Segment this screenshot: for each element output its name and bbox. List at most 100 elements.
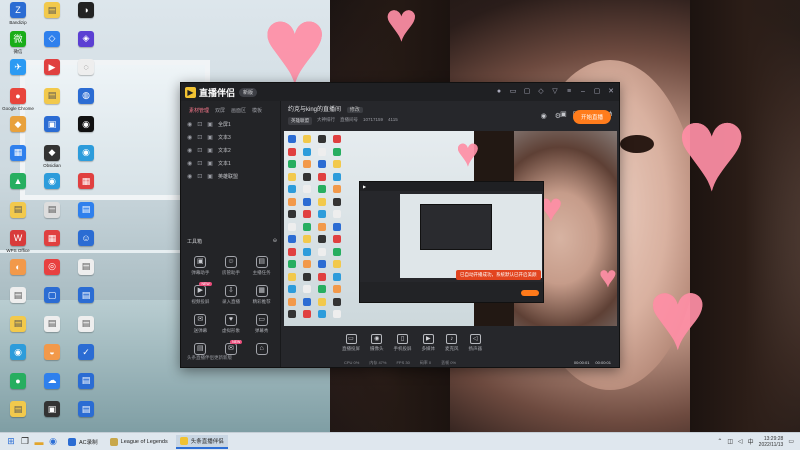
lock-icon[interactable]: ⊡ [197, 173, 202, 180]
desktop-icon[interactable]: ▤ [0, 315, 36, 334]
desktop-icon[interactable]: ● Google Chrome [0, 87, 36, 111]
toolbar-button[interactable]: ▭ 直播投屏 [342, 334, 360, 352]
stream-preview[interactable]: ▶ 已自动开播成功，系统默认已开启美颜 [284, 131, 617, 326]
lock-icon[interactable]: ⊡ [197, 147, 202, 154]
minimize-icon[interactable]: – [579, 88, 587, 96]
desktop-icon[interactable]: ▤ [68, 401, 104, 419]
toolbox-item[interactable]: ✉ 送弹幕 [185, 314, 216, 334]
desktop-icon[interactable]: ▤ [68, 258, 104, 277]
toolbar-button[interactable]: ▶ 多媒体 [422, 334, 435, 352]
collapse-icon[interactable]: ⊖ [273, 238, 277, 245]
desktop-icon[interactable]: ◎ [34, 258, 70, 277]
desktop-icon[interactable]: ▦ [0, 144, 36, 163]
lock-icon[interactable]: ⊡ [197, 160, 202, 167]
desktop-icon[interactable]: ◍ [68, 87, 104, 106]
clock[interactable]: 13:29:28 2022/11/13 [759, 436, 784, 448]
lock-icon[interactable]: ⊡ [197, 134, 202, 141]
scene-item[interactable]: ◉ ⊡ ▣ 英雄联盟 [181, 170, 280, 183]
notification-icon[interactable]: ▭ [788, 438, 794, 445]
desktop-icon[interactable]: ▤ [34, 2, 70, 20]
taskbar-app[interactable]: 头条直播伴侣 [175, 434, 228, 449]
desktop-icon[interactable]: ▦ [34, 230, 70, 248]
toolbox-item[interactable]: ⌂ [246, 343, 277, 357]
desktop-icon[interactable]: ◉ [0, 344, 36, 362]
task-view-icon[interactable]: ❐ [18, 435, 32, 449]
desktop-icon[interactable]: ◈ [68, 30, 104, 49]
desktop-icon[interactable]: 微微信 [0, 30, 36, 54]
settings-icon[interactable]: ⚙ [555, 112, 561, 120]
eye-icon[interactable]: ◉ [541, 112, 547, 120]
maximize-icon[interactable]: ▢ [593, 88, 601, 96]
desktop-icon[interactable]: ▶ [34, 59, 70, 77]
desktop-icon[interactable]: ▤ [68, 201, 104, 220]
title-bar[interactable]: ▶ 直播伴侣 新版 ● ▭ ▢ ◇ ▽ ≡ – ▢ ✕ [181, 83, 619, 101]
scene-item[interactable]: ◉ ⊡ ▣ 文本2 [181, 144, 280, 157]
version-pill[interactable]: 新版 [239, 87, 258, 97]
ime-icon[interactable]: 中 [748, 437, 754, 446]
avatar-icon[interactable]: ● [495, 88, 503, 96]
desktop-icon[interactable]: ▤ [34, 315, 70, 334]
desktop-icon[interactable]: ▤ [34, 201, 70, 220]
tab-canvas[interactable]: 画面区 [231, 107, 246, 114]
toolbar-button[interactable]: ◁ 扬声器 [469, 334, 482, 352]
scene-item[interactable]: ◉ ⊡ ▣ 文本3 [181, 131, 280, 144]
desktop-icon[interactable]: ◆ Obsidian [34, 144, 70, 168]
desktop-icon[interactable]: ✈ [0, 59, 36, 77]
toolbar-button[interactable]: ▯ 手机投屏 [394, 334, 412, 352]
desktop-icon[interactable]: ☁ [34, 372, 70, 391]
desktop-icon[interactable]: ▢ [34, 287, 70, 305]
toolbar-button[interactable]: ♪ 麦克风 [445, 334, 459, 352]
desktop-icon[interactable]: ▤ [0, 201, 36, 220]
chat-icon[interactable]: ▢ [523, 88, 531, 96]
desktop-icon[interactable]: ◌ [68, 59, 104, 77]
desktop-icon[interactable]: ✓ [68, 344, 104, 362]
tab-materials[interactable]: 素材管理 [189, 107, 209, 114]
tab-template[interactable]: 模板 [252, 107, 262, 114]
toolbox-item[interactable]: ▭ 弹幕秀 [246, 314, 277, 334]
desktop-icon[interactable]: ▤ [0, 401, 36, 419]
desktop-icon[interactable]: ◒ [34, 344, 70, 362]
toolbox-item[interactable]: ▦ 精彩推荐 [246, 285, 277, 305]
network-icon[interactable]: ◫ [727, 438, 733, 445]
menu-icon[interactable]: ≡ [565, 88, 573, 96]
toolbox-item[interactable]: ☺ 房管助手 [216, 256, 247, 276]
desktop-icon[interactable]: ▤ [68, 372, 104, 391]
close-icon[interactable]: ✕ [607, 88, 615, 96]
desktop-icon[interactable]: Z Bandizip [0, 2, 36, 25]
desktop-icon[interactable]: ▦ [68, 173, 104, 191]
taskbar-app[interactable]: League of Legends [106, 435, 172, 449]
desktop-icon[interactable]: ▲ [0, 173, 36, 191]
desktop-icon[interactable]: ▣ [34, 116, 70, 134]
edit-room-button[interactable]: 修改 [346, 107, 363, 113]
desktop-icon[interactable]: ▤ [34, 87, 70, 106]
toolbox-item[interactable]: ⇩ 录入直播 [216, 285, 247, 305]
windows-start-icon[interactable]: ⊞ [4, 435, 18, 449]
taskbar-app[interactable]: AC录制 [64, 435, 102, 449]
visibility-icon[interactable]: ◉ [187, 160, 192, 167]
toolbar-button[interactable]: ◉ 摄像头 [370, 334, 384, 352]
toolbox-item[interactable]: ▶ 视频投屏 NEW [185, 282, 216, 305]
visibility-icon[interactable]: ◉ [187, 173, 192, 180]
gift-box-icon[interactable]: ▣ [560, 110, 567, 118]
desktop-icon[interactable]: ◉ [68, 116, 104, 134]
desktop-icon[interactable]: ◇ [34, 30, 70, 49]
visibility-icon[interactable]: ◉ [187, 134, 192, 141]
toolbox-item[interactable]: ▤ 主播任务 [246, 256, 277, 276]
message-icon[interactable]: ▭ [509, 88, 517, 96]
go-live-button[interactable]: 开始直播 [572, 110, 611, 124]
desktop-icon[interactable]: ◉ [34, 173, 70, 191]
visibility-icon[interactable]: ◉ [187, 147, 192, 154]
desktop-icon[interactable]: ◐ [0, 258, 36, 277]
desktop-icon[interactable]: ▤ [0, 287, 36, 305]
toolbox-item[interactable]: ♥ 虚拟形象 [216, 314, 247, 334]
desktop-icon[interactable]: ◆ [0, 116, 36, 134]
toolbox-item[interactable]: ▣ 弹幕助手 [185, 256, 216, 276]
desktop-icon[interactable]: ◑ [68, 2, 104, 20]
desktop-icon[interactable]: ☺ [68, 230, 104, 248]
desktop-icon[interactable]: ◉ [68, 144, 104, 163]
scene-item[interactable]: ◉ ⊡ ▣ 全屏1 [181, 118, 280, 131]
desktop-icon[interactable]: ▤ [68, 315, 104, 334]
visibility-icon[interactable]: ◉ [187, 121, 192, 128]
volume-icon[interactable]: ◁ [738, 438, 743, 445]
gift-icon[interactable]: ◇ [537, 88, 545, 96]
